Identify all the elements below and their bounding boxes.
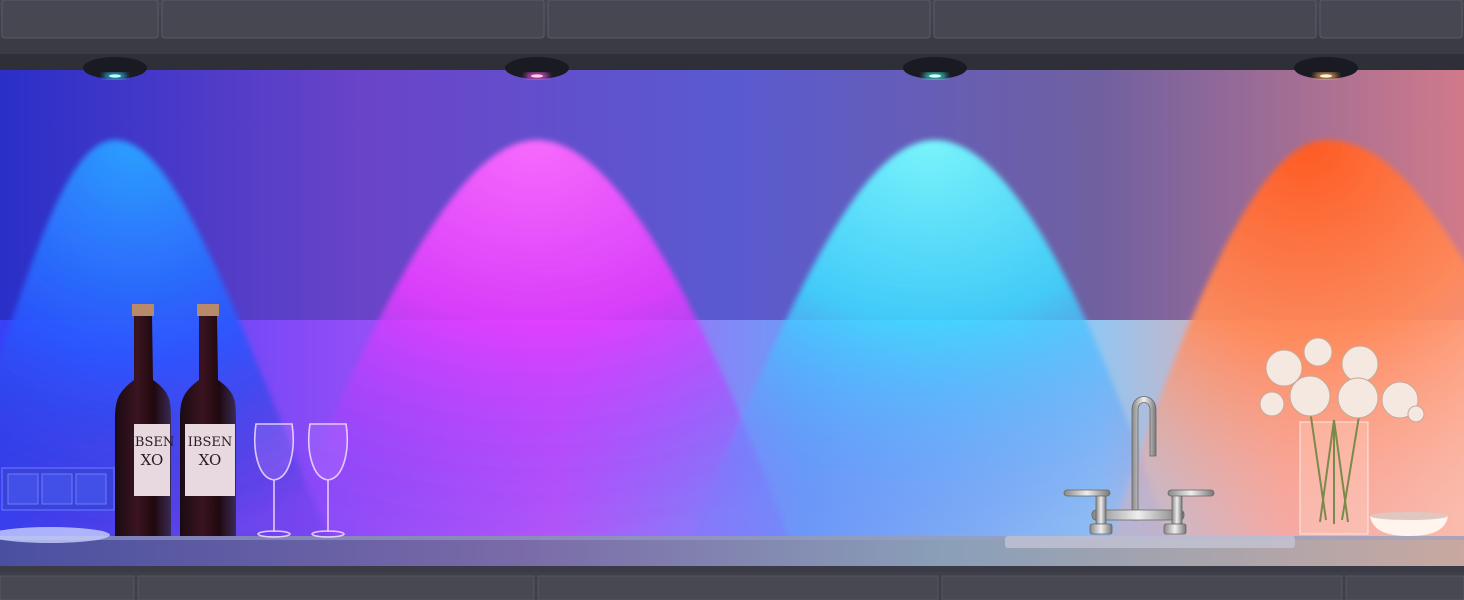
puck-light-cyan (903, 57, 967, 79)
kitchen-scene: IBSEN XO IBSEN XO (0, 0, 1464, 600)
flower-vase (1299, 409, 1369, 535)
puck-light-magenta (505, 57, 569, 79)
puck-light-blue (83, 57, 147, 79)
bottle-label-brand: IBSEN (130, 435, 174, 450)
upper-cabinets (0, 0, 1464, 70)
bottle-label-line: XO (141, 451, 164, 469)
scene-illustration: IBSEN XO IBSEN XO (0, 0, 1464, 600)
bottle-label-brand: IBSEN (188, 435, 232, 450)
bottle-label-line: XO (199, 451, 222, 469)
puck-light-orange (1294, 57, 1358, 79)
wall-outlet (1, 467, 115, 511)
sink-basin (1005, 536, 1295, 548)
